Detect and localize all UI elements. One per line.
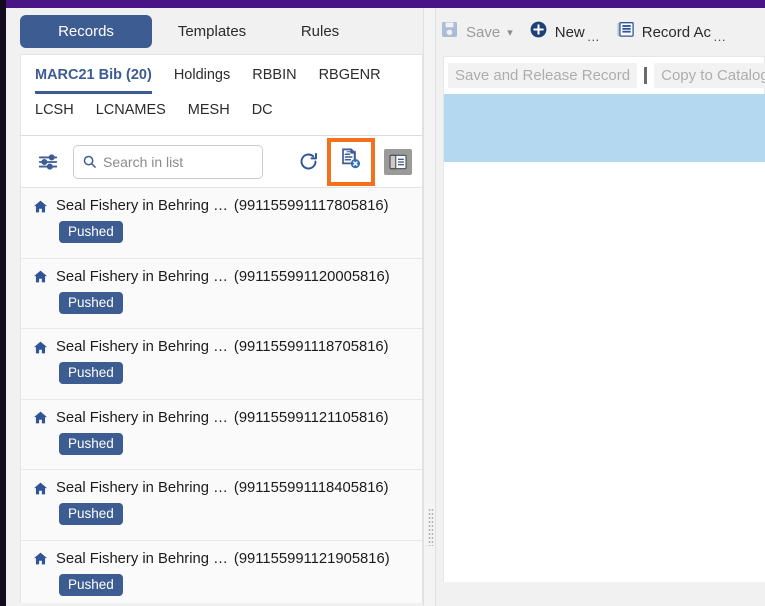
record-sub-actions: Save and Release Record Copy to Catalog [443,56,765,94]
record-actions-label: Record Ac [641,23,711,41]
search-icon [82,154,97,169]
list-toolbar [20,136,423,188]
search-input[interactable] [103,153,254,170]
save-icon [440,20,459,44]
home-icon [33,199,48,214]
record-header: Seal Fishery in Behring … (9911559911200… [33,269,412,285]
record-actions-overflow-ellipsis[interactable]: … [713,29,726,44]
main-tab-strip: Records Templates Rules [6,8,423,54]
record-editor-body[interactable] [443,162,765,582]
status-badge: Pushed [59,291,123,314]
subtab-lcsh-label: LCSH [35,102,74,118]
table-row[interactable]: Seal Fishery in Behring … (9911559911184… [21,470,422,541]
tab-records[interactable]: Records [20,14,152,48]
tab-templates-label: Templates [177,22,247,40]
save-and-release-record-button[interactable]: Save and Release Record [448,63,638,88]
subtab-dc-label: DC [251,102,273,118]
split-panel-icon[interactable] [384,148,412,175]
new-label: New [554,23,585,41]
sub-tab-row-2: LCSH LCNAMES MESH DC [21,94,422,135]
subtab-marc21-bib[interactable]: MARC21 Bib (20) [35,61,152,94]
record-title: Seal Fishery in Behring … [56,268,228,285]
chevron-down-icon[interactable]: ▾ [507,26,513,39]
top-accent-bar [6,0,765,8]
release-record-highlight[interactable] [327,137,375,186]
record-actions-button[interactable]: Record Ac … [616,20,726,44]
record-title: Seal Fishery in Behring … [56,409,228,426]
record-list[interactable]: Seal Fishery in Behring … (9911559911178… [20,188,423,603]
search-box[interactable] [73,144,263,179]
save-button[interactable]: Save ▾ [440,20,513,44]
record-header: Seal Fishery in Behring … (9911559911184… [33,480,412,496]
editor-panel: Save ▾ New … Record Ac … Save and Releas… [436,8,765,606]
tab-rules-label: Rules [300,22,340,40]
record-header: Seal Fishery in Behring … (9911559911219… [33,551,412,567]
record-id: (991155991120005816) [233,268,390,285]
sub-tab-card: MARC21 Bib (20) Holdings RBBIN RBGENR LC… [20,54,423,136]
subtab-holdings-label: Holdings [173,67,231,83]
selected-field-highlight[interactable] [443,94,765,162]
home-icon [33,410,48,425]
save-label: Save [466,23,501,41]
sub-tab-row-1: MARC21 Bib (20) Holdings RBBIN RBGENR [21,55,422,94]
table-row[interactable]: Seal Fishery in Behring … (9911559911219… [21,540,422,603]
subtab-lcnames-label: LCNAMES [95,102,166,118]
records-panel: Records Templates Rules MARC21 Bib (20) … [6,8,423,606]
subtab-marc21-bib-label: MARC21 Bib (20) [35,67,152,83]
plus-circle-icon [529,20,548,44]
record-header: Seal Fishery in Behring … (9911559911178… [33,198,412,214]
status-badge: Pushed [59,432,123,455]
record-title: Seal Fishery in Behring … [56,339,228,355]
refresh-icon[interactable] [293,147,323,177]
subtab-mesh-label: MESH [187,102,230,118]
status-badge: Pushed [59,503,123,525]
record-header: Seal Fishery in Behring … (9911559911187… [33,339,412,355]
record-title: Seal Fishery in Behring … [56,550,228,567]
status-badge: Pushed [59,221,123,243]
subtab-lcnames[interactable]: LCNAMES [96,96,166,129]
table-row[interactable]: Seal Fishery in Behring … (9911559911211… [21,399,422,470]
tab-rules[interactable]: Rules [272,15,368,48]
sliders-filter-icon[interactable] [33,147,63,177]
table-row[interactable]: Seal Fishery in Behring … (9911559911200… [21,258,422,329]
panel-splitter[interactable] [423,8,436,606]
record-header: Seal Fishery in Behring … (9911559911211… [33,410,412,426]
record-title: Seal Fishery in Behring … [56,480,228,496]
status-badge: Pushed [59,362,123,384]
subtab-lcsh[interactable]: LCSH [35,96,74,129]
tab-records-label: Records [58,22,114,40]
subtab-mesh[interactable]: MESH [188,96,230,129]
table-row[interactable]: Seal Fishery in Behring … (9911559911187… [21,329,422,400]
record-id: (991155991121905816) [233,550,390,567]
copy-to-catalog-button[interactable]: Copy to Catalog [654,63,765,88]
document-release-icon [339,147,363,176]
home-icon [33,269,48,284]
record-id: (991155991118705816) [233,339,389,355]
subtab-rbbin[interactable]: RBBIN [252,61,296,94]
subtab-rbbin-label: RBBIN [252,67,297,83]
subtab-dc[interactable]: DC [252,96,273,129]
home-icon [33,340,48,355]
status-badge: Pushed [59,573,123,596]
app-root: Records Templates Rules MARC21 Bib (20) … [0,0,765,606]
record-id: (991155991118405816) [233,480,389,496]
record-id: (991155991117805816) [233,198,389,214]
tab-templates[interactable]: Templates [152,15,272,48]
editor-toolbar: Save ▾ New … Record Ac … [436,8,765,56]
home-icon [33,551,48,566]
record-actions-icon [616,20,635,44]
subtab-holdings[interactable]: Holdings [174,61,230,94]
new-overflow-ellipsis[interactable]: … [587,29,600,44]
splitter-grip-icon[interactable] [428,508,434,546]
record-title: Seal Fishery in Behring … [56,198,228,214]
new-button[interactable]: New … [529,20,600,44]
table-row[interactable]: Seal Fishery in Behring … (9911559911178… [21,188,422,259]
record-id: (991155991121105816) [233,409,389,426]
action-divider [644,67,648,84]
home-icon [33,481,48,496]
subtab-rbgenr-label: RBGENR [318,67,381,83]
subtab-rbgenr[interactable]: RBGENR [319,61,381,94]
